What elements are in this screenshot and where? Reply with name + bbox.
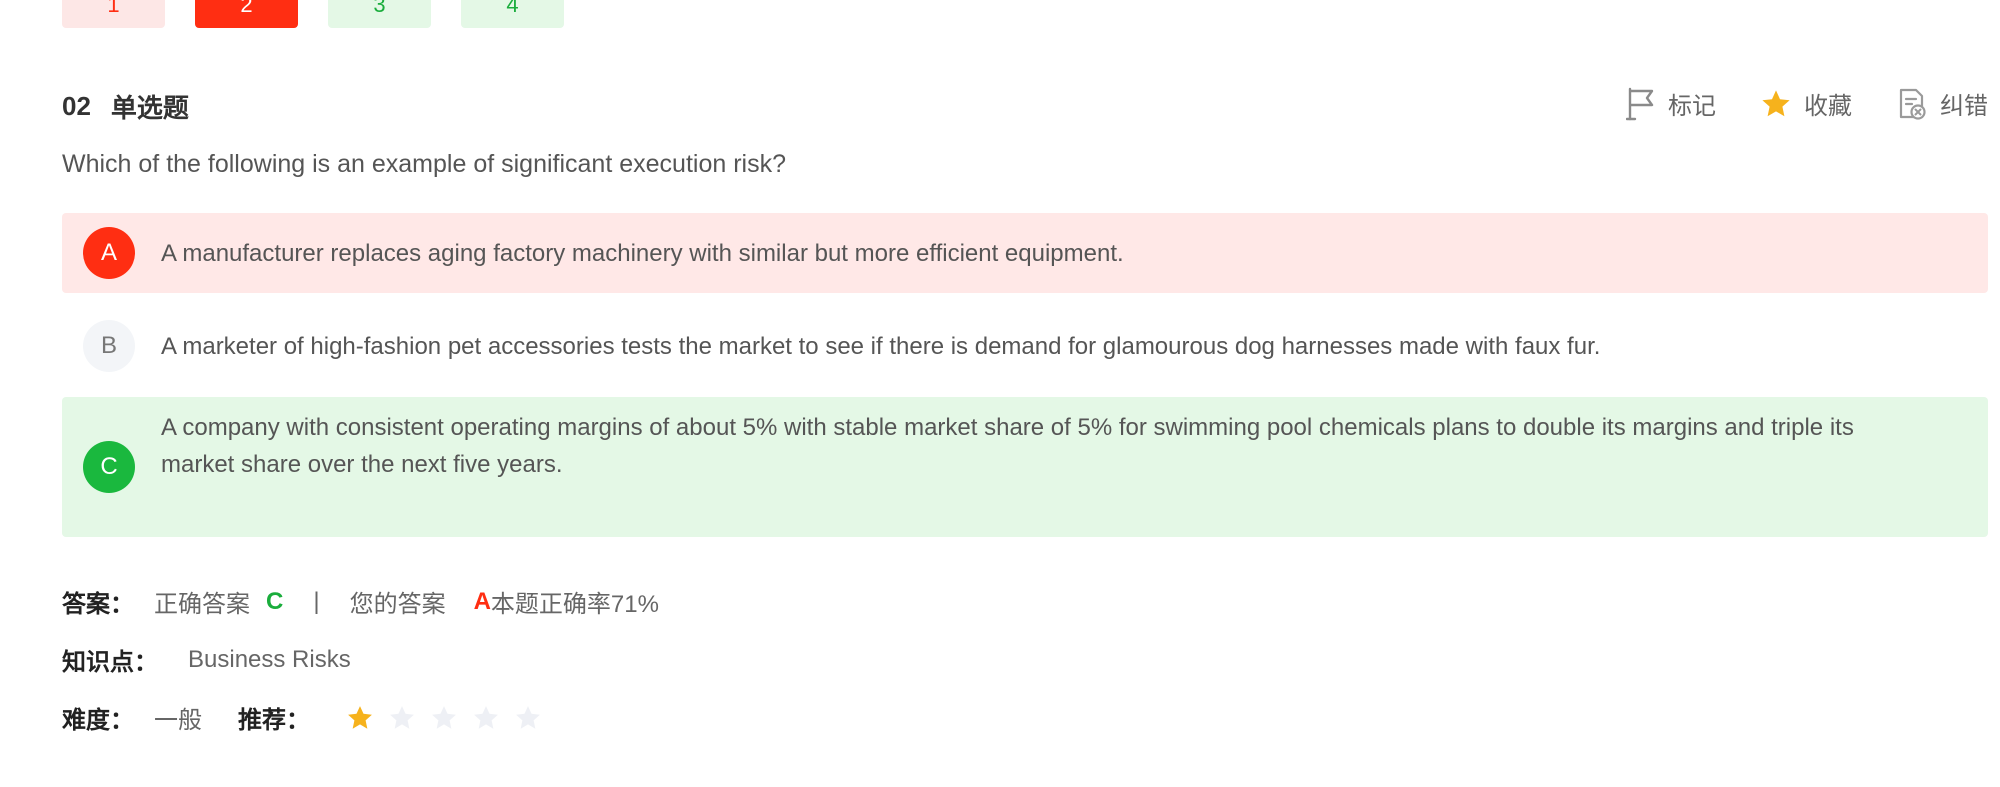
difficulty-value: 一般 [154, 707, 202, 734]
question-tools: 标记 收藏 纠错 [1626, 86, 1988, 121]
favorite-button[interactable]: 收藏 [1760, 86, 1852, 121]
answer-row: 答案： 正确答案 C | 您的答案 A 本题正确率71% [62, 584, 659, 619]
recommend-stars [346, 704, 542, 732]
star-icon [1760, 88, 1792, 120]
option-b[interactable]: B A marketer of high-fashion pet accesso… [62, 306, 1988, 386]
report-error-icon [1896, 87, 1928, 121]
flag-icon [1626, 87, 1656, 121]
page-button-1[interactable]: 1 [62, 0, 165, 28]
difficulty-row: 难度： 一般 推荐： [62, 700, 542, 735]
question-type: 单选题 [110, 92, 189, 123]
star-empty-icon [432, 705, 456, 729]
page-button-2[interactable]: 2 [195, 0, 298, 28]
answer-separator: | [313, 587, 320, 615]
page-button-3[interactable]: 3 [328, 0, 431, 28]
report-error-label: 纠错 [1940, 93, 1988, 120]
star-empty-icon [474, 705, 498, 729]
option-c-text: A company with consistent operating marg… [161, 414, 1854, 478]
answer-label: 答案： [62, 591, 134, 618]
question-text: Which of the following is an example of … [62, 150, 786, 178]
knowledge-label: 知识点： [62, 649, 158, 676]
your-answer-value: A [473, 587, 491, 615]
difficulty-label: 难度： [62, 707, 134, 734]
your-answer-label: 您的答案 [349, 591, 446, 618]
option-c-badge: C [83, 441, 135, 493]
mark-label: 标记 [1668, 93, 1716, 120]
correct-answer-value: C [266, 587, 284, 615]
knowledge-value: Business Risks [188, 645, 351, 673]
question-number: 02 [62, 90, 91, 121]
option-a[interactable]: A A manufacturer replaces aging factory … [62, 213, 1988, 293]
report-error-button[interactable]: 纠错 [1896, 86, 1988, 121]
option-a-badge: A [83, 227, 135, 279]
option-a-text: A manufacturer replaces aging factory ma… [161, 239, 1124, 267]
knowledge-row: 知识点： Business Risks [62, 642, 351, 677]
correct-answer-label: 正确答案 [154, 591, 250, 618]
option-b-text: A marketer of high-fashion pet accessori… [161, 332, 1601, 360]
question-pager: 1 2 3 4 [62, 0, 564, 28]
star-empty-icon [390, 705, 414, 729]
correct-rate: 本题正确率71% [490, 591, 659, 618]
mark-button[interactable]: 标记 [1626, 86, 1716, 121]
favorite-label: 收藏 [1804, 93, 1852, 120]
option-b-badge: B [83, 320, 135, 372]
option-c[interactable]: C A company with consistent operating ma… [62, 397, 1988, 537]
question-header: 02 单选题 标记 收藏 纠错 [62, 86, 1988, 126]
star-filled-icon [348, 705, 372, 729]
page-button-4[interactable]: 4 [461, 0, 564, 28]
star-empty-icon [516, 705, 540, 729]
recommend-label: 推荐： [238, 707, 310, 734]
